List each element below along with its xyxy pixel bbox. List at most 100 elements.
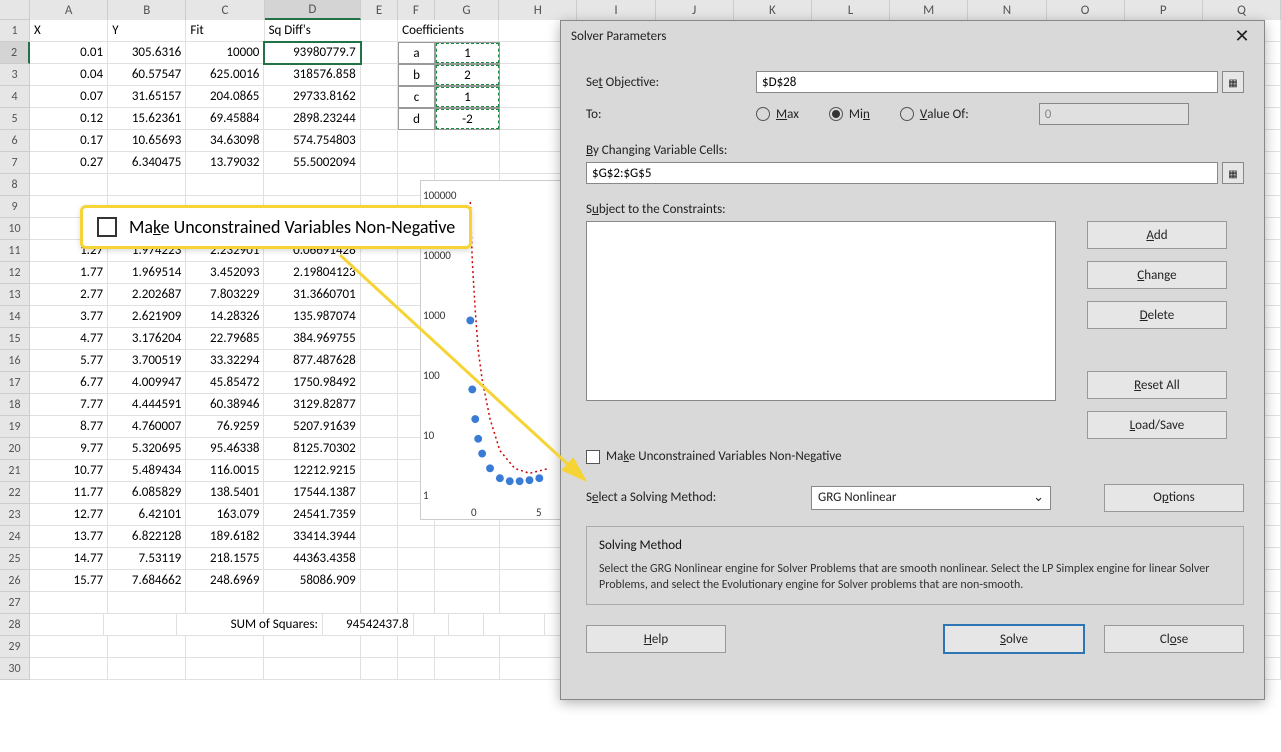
col-header-D[interactable]: D (265, 0, 362, 20)
cell-B26[interactable]: 7.684662 (108, 570, 186, 592)
cell-A21[interactable]: 10.77 (30, 460, 108, 482)
col-header-C[interactable]: C (186, 0, 264, 20)
cell-D7[interactable]: 55.5002094 (264, 152, 360, 174)
cell-A15[interactable]: 4.77 (30, 328, 108, 350)
row-header[interactable]: 21 (0, 460, 30, 482)
cell-G30[interactable] (435, 658, 499, 680)
cell-B12[interactable]: 1.969514 (108, 262, 186, 284)
cell-D26[interactable]: 58086.909 (264, 570, 360, 592)
cell-D24[interactable]: 33414.3944 (264, 526, 360, 548)
cell-C24[interactable]: 189.6182 (186, 526, 264, 548)
resetall-button[interactable]: Reset All (1087, 371, 1227, 399)
cell-A22[interactable]: 11.77 (30, 482, 108, 504)
row-header[interactable]: 24 (0, 526, 30, 548)
cell-E23[interactable] (361, 504, 398, 526)
cell-C7[interactable]: 13.79032 (186, 152, 264, 174)
cell-C6[interactable]: 34.63098 (186, 130, 264, 152)
cell-F7[interactable] (398, 152, 435, 174)
cell-B5[interactable]: 15.62361 (108, 108, 186, 130)
cell-E27[interactable] (361, 592, 398, 614)
cell-D28[interactable]: 94542437.8 (323, 614, 414, 636)
cell-D17[interactable]: 1750.98492 (264, 372, 360, 394)
cell-A16[interactable]: 5.77 (30, 350, 108, 372)
cell-B28[interactable] (104, 614, 178, 636)
close-icon[interactable]: ✕ (1230, 25, 1254, 47)
cell-F26[interactable] (398, 570, 435, 592)
cell-A5[interactable]: 0.12 (30, 108, 108, 130)
row-header[interactable]: 27 (0, 592, 30, 614)
cell-D1[interactable]: Sq Diff's (265, 20, 361, 42)
constraints-list[interactable] (586, 221, 1056, 401)
row-header[interactable]: 8 (0, 174, 30, 196)
cell-C21[interactable]: 116.0015 (186, 460, 264, 482)
row-header[interactable]: 14 (0, 306, 30, 328)
cell-C28[interactable]: SUM of Squares: (177, 614, 323, 636)
cell-E5[interactable] (361, 108, 398, 130)
cell-F27[interactable] (398, 592, 435, 614)
row-header[interactable]: 23 (0, 504, 30, 526)
cell-D25[interactable]: 44363.4358 (264, 548, 360, 570)
cell-C15[interactable]: 22.79685 (186, 328, 264, 350)
cell-C12[interactable]: 3.452093 (186, 262, 264, 284)
cell-C16[interactable]: 33.32294 (186, 350, 264, 372)
cell-B17[interactable]: 4.009947 (108, 372, 186, 394)
col-header-P[interactable]: P (1125, 0, 1203, 20)
cell-G26[interactable] (435, 570, 499, 592)
close-button[interactable]: Close (1104, 625, 1244, 653)
cell-F6[interactable] (398, 130, 435, 152)
row-header[interactable]: 11 (0, 240, 30, 262)
cell-E20[interactable] (361, 438, 398, 460)
row-header[interactable]: 25 (0, 548, 30, 570)
row-header[interactable]: 28 (0, 614, 30, 636)
row-header[interactable]: 13 (0, 284, 30, 306)
col-header-L[interactable]: L (812, 0, 890, 20)
cell-D3[interactable]: 318576.858 (264, 64, 360, 86)
cell-D13[interactable]: 31.3660701 (264, 284, 360, 306)
cell-E14[interactable] (361, 306, 398, 328)
cell-A14[interactable]: 3.77 (30, 306, 108, 328)
cell-E26[interactable] (361, 570, 398, 592)
cell-B22[interactable]: 6.085829 (108, 482, 186, 504)
row-header[interactable]: 19 (0, 416, 30, 438)
dialog-titlebar[interactable]: Solver Parameters ✕ (561, 21, 1264, 51)
row-header[interactable]: 9 (0, 196, 30, 218)
cell-B27[interactable] (108, 592, 186, 614)
cell-G3[interactable]: 2 (435, 64, 500, 86)
cell-A24[interactable]: 13.77 (30, 526, 108, 548)
cell-B29[interactable] (108, 636, 186, 658)
cell-F29[interactable] (398, 636, 435, 658)
row-header[interactable]: 10 (0, 218, 30, 240)
cell-E19[interactable] (361, 416, 398, 438)
cell-A20[interactable]: 9.77 (30, 438, 108, 460)
cell-E3[interactable] (361, 64, 398, 86)
cell-A23[interactable]: 12.77 (30, 504, 108, 526)
cell-D16[interactable]: 877.487628 (264, 350, 360, 372)
cell-F5[interactable]: d (398, 108, 435, 130)
row-header[interactable]: 2 (0, 42, 30, 64)
col-header-M[interactable]: M (890, 0, 968, 20)
cell-B18[interactable]: 4.444591 (108, 394, 186, 416)
set-objective-input[interactable] (756, 71, 1218, 93)
cell-A18[interactable]: 7.77 (30, 394, 108, 416)
cell-E4[interactable] (361, 86, 398, 108)
cell-G6[interactable] (435, 130, 499, 152)
row-header[interactable]: 30 (0, 658, 30, 680)
cell-E7[interactable] (361, 152, 398, 174)
cell-C25[interactable]: 218.1575 (186, 548, 264, 570)
row-header[interactable]: 18 (0, 394, 30, 416)
row-header[interactable]: 12 (0, 262, 30, 284)
cell-C19[interactable]: 76.9259 (186, 416, 264, 438)
cell-D4[interactable]: 29733.8162 (264, 86, 360, 108)
row-header[interactable]: 16 (0, 350, 30, 372)
cell-F30[interactable] (398, 658, 435, 680)
cell-F1[interactable]: Coefficients (398, 20, 499, 42)
cell-D6[interactable]: 574.754803 (264, 130, 360, 152)
cell-D18[interactable]: 3129.82877 (264, 394, 360, 416)
cell-E30[interactable] (361, 658, 398, 680)
cell-E13[interactable] (361, 284, 398, 306)
cell-C26[interactable]: 248.6969 (186, 570, 264, 592)
cell-B25[interactable]: 7.53119 (108, 548, 186, 570)
cell-F3[interactable]: b (398, 64, 435, 86)
cell-G28[interactable] (484, 614, 545, 636)
cell-A2[interactable]: 0.01 (30, 42, 108, 64)
